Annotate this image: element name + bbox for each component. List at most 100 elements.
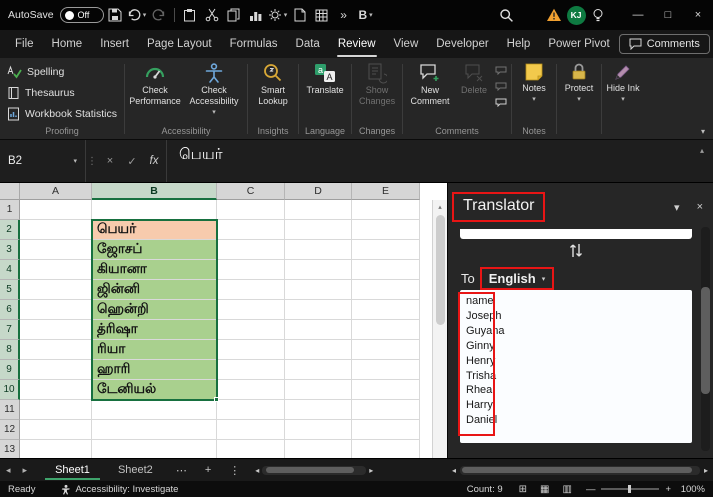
column-header-E[interactable]: E <box>352 183 420 200</box>
row-header-7[interactable]: 7 <box>0 320 20 340</box>
panel-hscroll-track[interactable] <box>460 465 700 475</box>
cell-A4[interactable] <box>20 260 92 280</box>
row-header-9[interactable]: 9 <box>0 360 20 380</box>
formula-input[interactable]: பெயர் <box>167 140 691 182</box>
cell-B7[interactable]: த்ரிஷா <box>92 320 217 340</box>
close-icon[interactable]: × <box>683 0 713 30</box>
panel-close-icon[interactable]: × <box>697 201 703 214</box>
cell-A3[interactable] <box>20 240 92 260</box>
cell-B5[interactable]: ஜின்னி <box>92 280 217 300</box>
page-layout-view-icon[interactable]: ▦ <box>540 484 549 495</box>
cancel-button[interactable]: × <box>100 151 120 171</box>
gear-icon[interactable]: ▾ <box>267 3 289 27</box>
cell-A13[interactable] <box>20 440 92 458</box>
cell-E6[interactable] <box>352 300 420 320</box>
hscroll-right-icon[interactable]: ▸ <box>369 466 373 475</box>
collapse-formula-bar-icon[interactable]: ▴ <box>691 140 713 182</box>
row-header-12[interactable]: 12 <box>0 420 20 440</box>
cell-B11[interactable] <box>92 400 217 420</box>
maximize-icon[interactable]: □ <box>653 0 683 30</box>
enter-button[interactable]: ✓ <box>122 151 142 171</box>
panel-options-icon[interactable]: ▾ <box>674 201 680 214</box>
column-header-A[interactable]: A <box>20 183 92 200</box>
name-box-dropdown-icon[interactable]: ▾ <box>73 157 77 165</box>
row-header-2[interactable]: 2 <box>0 220 20 240</box>
smart-lookup-button[interactable]: Smart Lookup <box>250 59 296 108</box>
cell-E11[interactable] <box>352 400 420 420</box>
zoom-out-icon[interactable]: — <box>586 484 596 495</box>
menu-tab-power-pivot[interactable]: Power Pivot <box>539 30 618 58</box>
cell-B12[interactable] <box>92 420 217 440</box>
sheet-tab-sheet2[interactable]: Sheet2 <box>104 459 167 481</box>
panel-hscrollbar[interactable]: ◂ ▸ <box>447 465 713 475</box>
cell-D12[interactable] <box>285 420 352 440</box>
cell-D3[interactable] <box>285 240 352 260</box>
warning-icon[interactable] <box>543 3 565 27</box>
cell-A12[interactable] <box>20 420 92 440</box>
next-comment-icon[interactable] <box>495 82 507 91</box>
cell-B13[interactable] <box>92 440 217 458</box>
cell-E7[interactable] <box>352 320 420 340</box>
panel-scroll-thumb[interactable] <box>701 287 710 394</box>
cell-B10[interactable]: டேனியல் <box>92 380 217 400</box>
cell-E12[interactable] <box>352 420 420 440</box>
column-header-C[interactable]: C <box>217 183 285 200</box>
bold-dropdown-icon[interactable]: ▾ <box>369 11 373 19</box>
column-header-D[interactable]: D <box>285 183 352 200</box>
cell-A5[interactable] <box>20 280 92 300</box>
row-header-8[interactable]: 8 <box>0 340 20 360</box>
cell-D7[interactable] <box>285 320 352 340</box>
cell-D1[interactable] <box>285 200 352 220</box>
accessibility-status[interactable]: Accessibility: Investigate <box>61 484 178 495</box>
language-dropdown[interactable]: English <box>489 271 536 286</box>
cell-C6[interactable] <box>217 300 285 320</box>
cell-C7[interactable] <box>217 320 285 340</box>
save-icon[interactable] <box>104 3 126 27</box>
menu-tab-page-layout[interactable]: Page Layout <box>138 30 221 58</box>
comments-button[interactable]: Comments <box>618 34 710 54</box>
scroll-up-icon[interactable]: ▴ <box>438 200 442 213</box>
cell-D2[interactable] <box>285 220 352 240</box>
zoom-slider-thumb[interactable] <box>628 485 632 493</box>
cell-C11[interactable] <box>217 400 285 420</box>
autosave-switch[interactable]: Off <box>59 7 104 23</box>
menu-tab-view[interactable]: View <box>385 30 428 58</box>
autosave-toggle[interactable]: AutoSave Off <box>8 7 104 23</box>
sheet-options-icon[interactable]: ⋮ <box>220 464 249 477</box>
cell-C3[interactable] <box>217 240 285 260</box>
cell-B2[interactable]: பெயர் <box>92 220 217 240</box>
lightbulb-icon[interactable] <box>587 3 609 27</box>
page-break-view-icon[interactable]: ▥ <box>562 484 571 495</box>
sheet-nav-right-icon[interactable]: ▸ <box>17 465 34 476</box>
cell-B6[interactable]: ஹென்றி <box>92 300 217 320</box>
row-header-1[interactable]: 1 <box>0 200 20 220</box>
cut-icon[interactable] <box>201 3 223 27</box>
more-sheets-icon[interactable]: ⋯ <box>167 464 196 477</box>
row-header-10[interactable]: 10 <box>0 380 20 400</box>
cell-D8[interactable] <box>285 340 352 360</box>
hide-ink-button[interactable]: Hide Ink ▾ <box>604 59 642 104</box>
cell-E9[interactable] <box>352 360 420 380</box>
spelling-button[interactable]: Spelling <box>2 62 122 81</box>
cell-D5[interactable] <box>285 280 352 300</box>
menu-tab-data[interactable]: Data <box>287 30 329 58</box>
cell-D4[interactable] <box>285 260 352 280</box>
row-header-13[interactable]: 13 <box>0 440 20 458</box>
select-all-corner[interactable] <box>0 183 20 200</box>
panel-scrollbar[interactable] <box>701 227 710 451</box>
zoom-in-icon[interactable]: + <box>665 484 671 495</box>
clipboard-icon[interactable] <box>179 3 201 27</box>
search-icon[interactable] <box>495 3 517 27</box>
grid-hscrollbar[interactable]: ◂ ▸ <box>255 465 373 475</box>
cell-D9[interactable] <box>285 360 352 380</box>
cell-E8[interactable] <box>352 340 420 360</box>
cell-C12[interactable] <box>217 420 285 440</box>
thesaurus-button[interactable]: Thesaurus <box>2 83 122 102</box>
menu-tab-insert[interactable]: Insert <box>91 30 138 58</box>
cell-C4[interactable] <box>217 260 285 280</box>
cell-B1[interactable] <box>92 200 217 220</box>
cell-A10[interactable] <box>20 380 92 400</box>
protect-button[interactable]: Protect ▾ <box>559 59 599 104</box>
check-performance-button[interactable]: Check Performance <box>127 59 183 108</box>
cell-E13[interactable] <box>352 440 420 458</box>
